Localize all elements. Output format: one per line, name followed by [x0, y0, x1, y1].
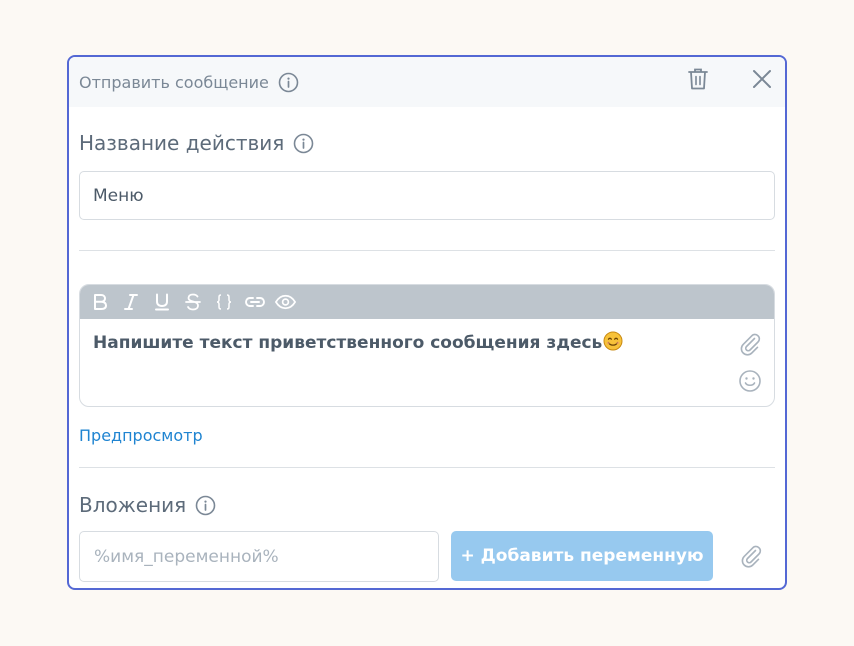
info-icon[interactable]: [293, 133, 314, 154]
action-name-label: Название действия: [79, 131, 314, 155]
card-header: Отправить сообщение: [69, 57, 785, 107]
delete-button[interactable]: [685, 57, 711, 105]
info-icon[interactable]: [278, 72, 299, 93]
send-message-card: Отправить сообщение Название действия Ме…: [67, 55, 787, 590]
bold-icon[interactable]: [88, 290, 111, 314]
action-name-value: Меню: [93, 185, 144, 206]
trash-icon: [687, 67, 709, 95]
close-icon: [751, 68, 773, 94]
paperclip-icon[interactable]: [739, 544, 763, 568]
divider: [79, 467, 775, 468]
emoji-picker-icon[interactable]: [738, 369, 762, 393]
eye-icon[interactable]: [274, 290, 297, 314]
action-name-label-text: Название действия: [79, 131, 285, 155]
strikethrough-icon[interactable]: [181, 290, 204, 314]
action-name-input[interactable]: Меню: [79, 171, 775, 220]
add-variable-button[interactable]: + Добавить переменную: [451, 531, 713, 581]
variable-name-input[interactable]: [79, 531, 439, 582]
message-editor[interactable]: Напишите текст приветственного сообщения…: [79, 284, 775, 407]
preview-link[interactable]: Предпросмотр: [79, 426, 203, 445]
underline-icon[interactable]: [150, 290, 173, 314]
editor-body[interactable]: Напишите текст приветственного сообщения…: [80, 319, 774, 406]
link-icon[interactable]: [243, 290, 266, 314]
editor-toolbar: [80, 285, 774, 319]
attachments-label: Вложения: [79, 493, 216, 517]
smiling-face-icon: [603, 331, 623, 351]
italic-icon[interactable]: [119, 290, 142, 314]
close-button[interactable]: [749, 57, 775, 105]
attachments-label-text: Вложения: [79, 493, 187, 517]
code-braces-icon[interactable]: [212, 290, 235, 314]
info-icon[interactable]: [195, 495, 216, 516]
paperclip-icon[interactable]: [738, 332, 762, 356]
divider: [79, 250, 775, 251]
card-title: Отправить сообщение: [79, 72, 269, 92]
message-text: Напишите текст приветственного сообщения…: [93, 333, 603, 353]
